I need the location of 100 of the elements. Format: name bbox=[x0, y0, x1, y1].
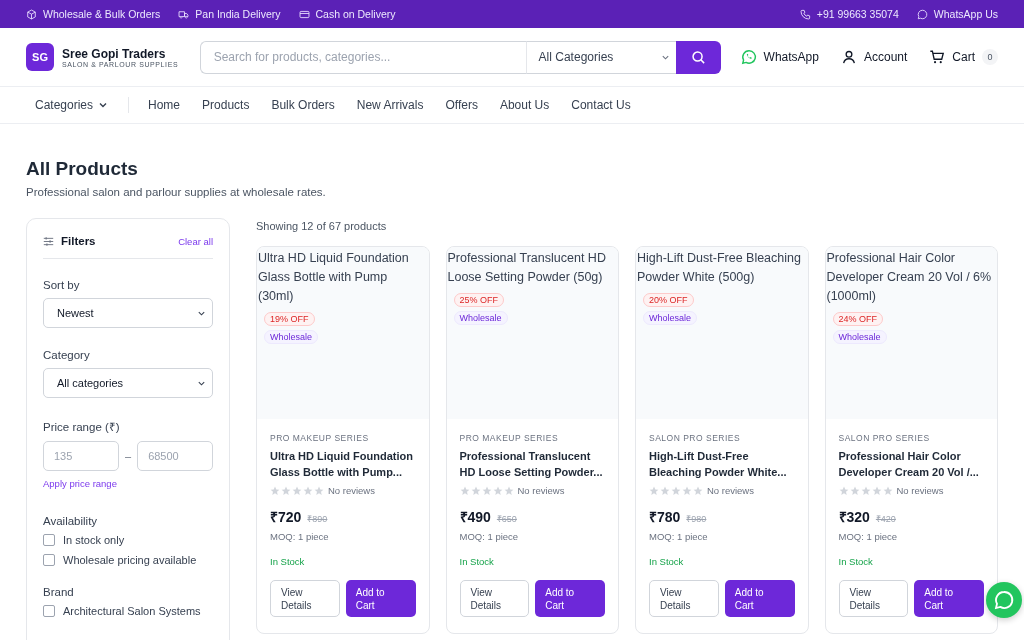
categories-menu[interactable]: Categories bbox=[35, 98, 109, 112]
view-details-button[interactable]: View Details bbox=[459, 580, 530, 617]
stock-status: In Stock bbox=[649, 556, 685, 567]
box-icon bbox=[26, 8, 37, 20]
moq-text: MOQ: 1 piece bbox=[838, 531, 899, 542]
product-name[interactable]: Professional Translucent HD Loose Setting Powder... bbox=[459, 449, 605, 480]
page-title: All Products bbox=[26, 158, 139, 180]
filter-label: Category bbox=[43, 349, 91, 361]
stock-status: In Stock bbox=[838, 556, 874, 567]
filters-title: Filters bbox=[61, 235, 96, 247]
category-select[interactable]: All categories bbox=[43, 368, 213, 398]
review-count: No reviews bbox=[328, 485, 375, 496]
clear-all-link[interactable]: Clear all bbox=[178, 235, 213, 247]
filter-label: Price range (₹) bbox=[43, 420, 121, 434]
phone-icon bbox=[799, 8, 811, 20]
whatsapp-link[interactable]: WhatsApp Us bbox=[933, 8, 998, 20]
nav-link[interactable]: Products bbox=[202, 98, 250, 112]
topbar-text: Wholesale & Bulk Orders bbox=[43, 8, 161, 20]
chat-icon bbox=[993, 589, 1015, 611]
checkbox-label: In stock only bbox=[63, 534, 125, 546]
chat-button[interactable] bbox=[986, 582, 1022, 618]
nav-link[interactable]: Home bbox=[148, 98, 181, 112]
moq-text: MOQ: 1 piece bbox=[649, 531, 709, 542]
checkbox[interactable] bbox=[43, 605, 55, 617]
category-select[interactable]: All Categories bbox=[525, 40, 676, 74]
topbar-text: Cash on Delivery bbox=[315, 8, 396, 20]
moq-text: MOQ: 1 piece bbox=[270, 531, 330, 542]
image-alt-text: Ultra HD Liquid Foundation Glass Bottle with Pump (30ml) bbox=[257, 250, 410, 305]
filter-label: Availability bbox=[43, 515, 99, 527]
search-icon bbox=[690, 49, 706, 65]
checkbox-label: Wholesale pricing available bbox=[63, 554, 197, 566]
checkbox[interactable] bbox=[43, 554, 55, 566]
cart-count-badge: 0 bbox=[982, 49, 998, 65]
account-link[interactable]: Account bbox=[863, 50, 908, 64]
product-price: ₹320 bbox=[838, 508, 870, 526]
review-count: No reviews bbox=[707, 485, 754, 496]
checkbox[interactable] bbox=[43, 534, 55, 546]
page-subtitle: Professional salon and parlour supplies at wholesale rates. bbox=[26, 186, 327, 198]
whatsapp-icon bbox=[740, 49, 757, 65]
original-price: ₹980 bbox=[686, 513, 707, 525]
stock-status: In Stock bbox=[459, 556, 495, 567]
image-alt-text: Professional Translucent HD Loose Setting Powder (50g) bbox=[446, 250, 607, 286]
logo-mark[interactable]: SG bbox=[26, 43, 54, 71]
review-count: No reviews bbox=[896, 485, 944, 496]
image-alt-text: Professional Hair Color Developer Cream 20 Vol / 6% (1000ml) bbox=[825, 250, 993, 305]
brand-name: Sree Gopi Traders bbox=[62, 46, 167, 61]
product-name[interactable]: High-Lift Dust-Free Bleaching Powder White... bbox=[649, 449, 795, 480]
product-price: ₹490 bbox=[459, 508, 491, 526]
wholesale-badge: Wholesale bbox=[453, 311, 508, 325]
min-price-field[interactable]: 135 bbox=[43, 441, 119, 471]
phone-number[interactable]: +91 99663 35074 bbox=[816, 8, 899, 20]
add-to-cart-button[interactable]: Add to Cart bbox=[914, 580, 984, 617]
moq-text: MOQ: 1 piece bbox=[459, 531, 520, 542]
checkbox-label: Architectural Salon Systems bbox=[63, 605, 201, 617]
original-price: ₹650 bbox=[496, 513, 517, 525]
wholesale-badge: Wholesale bbox=[643, 311, 698, 325]
add-to-cart-button[interactable]: Add to Cart bbox=[535, 580, 605, 617]
filter-label: Brand bbox=[43, 586, 75, 598]
range-separator: – bbox=[125, 450, 132, 462]
add-to-cart-button[interactable]: Add to Cart bbox=[345, 580, 416, 617]
sliders-icon bbox=[43, 235, 54, 247]
original-price: ₹420 bbox=[875, 513, 896, 525]
product-price: ₹780 bbox=[649, 508, 681, 526]
sort-select[interactable]: Newest bbox=[43, 298, 213, 328]
topbar-text: Pan India Delivery bbox=[195, 8, 281, 20]
wholesale-badge: Wholesale bbox=[832, 330, 887, 344]
nav-link[interactable]: Bulk Orders bbox=[271, 98, 335, 112]
search-button[interactable] bbox=[675, 40, 721, 74]
apply-price-link[interactable]: Apply price range bbox=[43, 478, 213, 489]
add-to-cart-button[interactable]: Add to Cart bbox=[724, 580, 795, 617]
discount-badge: 24% OFF bbox=[832, 312, 883, 326]
stock-status: In Stock bbox=[270, 556, 306, 567]
nav-link[interactable]: Offers bbox=[445, 98, 478, 112]
discount-badge: 19% OFF bbox=[264, 312, 315, 326]
view-details-button[interactable]: View Details bbox=[649, 580, 719, 617]
cart-link[interactable]: Cart bbox=[952, 50, 975, 64]
product-name[interactable]: Professional Hair Color Developer Cream 20 Vol /... bbox=[838, 449, 984, 480]
search-field[interactable]: Search for products, categories... bbox=[199, 40, 526, 74]
view-details-button[interactable]: View Details bbox=[270, 580, 340, 617]
card-icon bbox=[298, 8, 310, 20]
view-details-button[interactable]: View Details bbox=[838, 580, 909, 617]
truck-icon bbox=[178, 8, 190, 20]
whatsapp-link[interactable]: WhatsApp bbox=[763, 50, 819, 64]
original-price: ₹890 bbox=[307, 513, 328, 525]
product-name[interactable]: Ultra HD Liquid Foundation Glass Bottle with Pump... bbox=[270, 449, 416, 480]
nav-link[interactable]: About Us bbox=[499, 98, 550, 112]
discount-badge: 25% OFF bbox=[453, 293, 504, 307]
nav-link[interactable]: New Arrivals bbox=[356, 98, 424, 112]
nav-link[interactable]: Contact Us bbox=[571, 98, 631, 112]
wholesale-badge: Wholesale bbox=[264, 330, 319, 344]
review-count: No reviews bbox=[517, 485, 565, 496]
chat-icon bbox=[916, 8, 928, 20]
user-icon bbox=[840, 49, 857, 65]
product-series: SALON PRO SERIES bbox=[649, 433, 742, 443]
chevron-down-icon bbox=[98, 100, 109, 110]
product-series: PRO MAKEUP SERIES bbox=[459, 433, 560, 443]
max-price-field[interactable]: 68500 bbox=[137, 441, 214, 471]
results-count: Showing 12 of 67 products bbox=[256, 220, 388, 232]
product-price: ₹720 bbox=[270, 508, 302, 526]
product-series: PRO MAKEUP SERIES bbox=[270, 433, 370, 443]
